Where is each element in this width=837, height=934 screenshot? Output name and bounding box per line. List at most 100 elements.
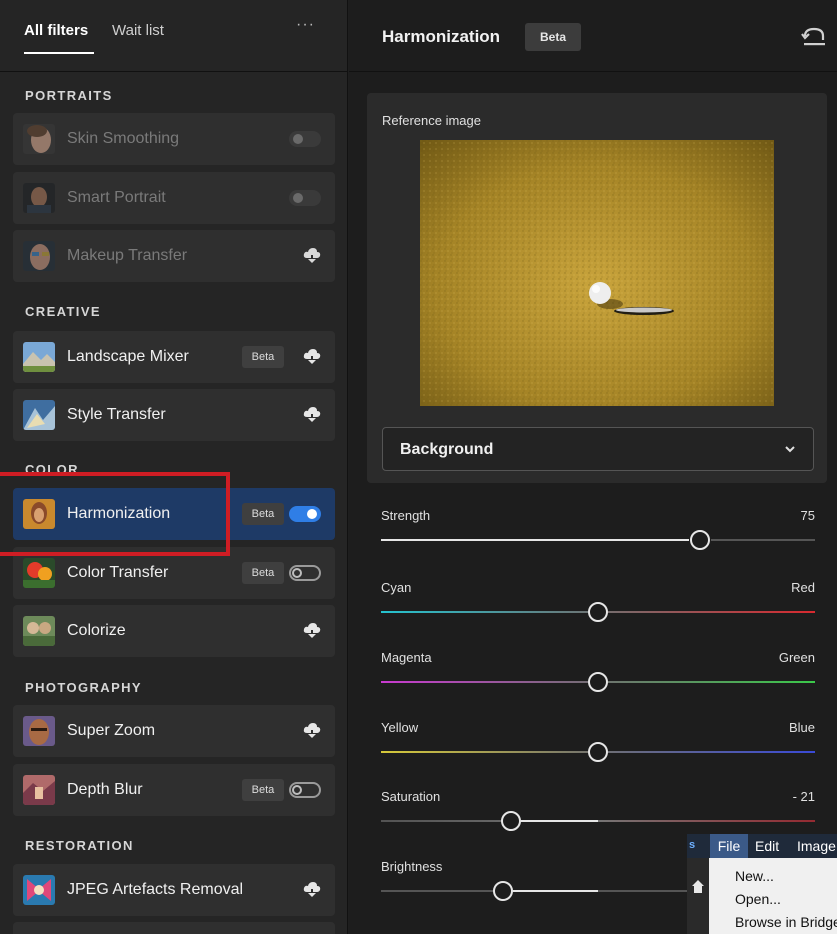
tab-all-filters[interactable]: All filters [24, 22, 88, 39]
dropdown-value: Background [400, 441, 494, 458]
active-tab-underline [24, 52, 94, 54]
beta-badge: Beta [242, 503, 284, 525]
cloud-download-icon[interactable] [302, 404, 322, 424]
filters-panel: All filters Wait list ··· PORTRAITS Skin… [0, 0, 348, 934]
slider-left-label: Cyan [381, 580, 412, 595]
section-restoration: RESTORATION [25, 838, 134, 853]
section-portraits: PORTRAITS [25, 88, 113, 103]
slider-label: Saturation [381, 789, 441, 804]
home-icon[interactable] [691, 878, 705, 894]
smart-portrait-thumbnail [23, 183, 55, 213]
slider-thumb[interactable] [588, 742, 608, 762]
filter-style-transfer[interactable]: Style Transfer [13, 389, 335, 441]
filter-label: Depth Blur [67, 781, 143, 798]
menu-edit[interactable]: Edit [755, 834, 779, 858]
filter-super-zoom[interactable]: Super Zoom [13, 705, 335, 757]
menu-side-strip [687, 858, 709, 934]
filter-label: Landscape Mixer [67, 348, 189, 365]
slider-thumb[interactable] [690, 530, 710, 550]
slider-track[interactable] [381, 602, 815, 624]
menu-item-browse-in-bridge[interactable]: Browse in Bridge... [735, 914, 837, 930]
slider-track[interactable] [381, 811, 815, 833]
filter-label: Colorize [67, 622, 126, 639]
style-transfer-thumbnail [23, 400, 55, 430]
filter-skin-smoothing[interactable]: Skin Smoothing [13, 113, 335, 165]
jpeg-artefacts-thumbnail [23, 875, 55, 905]
cloud-download-icon[interactable] [302, 346, 322, 366]
reference-image-card: Reference image Background [367, 93, 827, 483]
chevron-down-icon [785, 446, 795, 453]
toggle-knob [307, 509, 317, 519]
toggle-knob [293, 193, 303, 203]
slider-track[interactable] [381, 742, 815, 764]
slider-thumb[interactable] [588, 672, 608, 692]
filter-label: Smart Portrait [67, 189, 166, 206]
slider-value: 75 [800, 508, 815, 523]
reference-image[interactable] [420, 140, 774, 406]
toggle-knob [292, 568, 302, 578]
smart-portrait-toggle[interactable] [289, 190, 321, 206]
menu-image[interactable]: Image [797, 834, 836, 858]
skin-smoothing-thumbnail [23, 124, 55, 154]
tab-wait-list[interactable]: Wait list [112, 22, 164, 39]
slider-right-label: Green [778, 650, 815, 665]
filter-label: Skin Smoothing [67, 130, 180, 147]
filter-label: JPEG Artefacts Removal [67, 881, 244, 898]
beta-badge: Beta [525, 23, 581, 51]
color-transfer-toggle[interactable] [289, 565, 321, 581]
toggle-knob [293, 134, 303, 144]
filter-jpeg-artefacts-removal[interactable]: JPEG Artefacts Removal [13, 864, 335, 916]
slider-left-label: Magenta [381, 650, 432, 665]
slider-thumb[interactable] [588, 602, 608, 622]
menu-item-new[interactable]: New... [735, 868, 774, 884]
saturation-slider[interactable]: Saturation - 21 [381, 789, 815, 831]
colorize-thumbnail [23, 616, 55, 646]
filter-landscape-mixer[interactable]: Landscape Mixer Beta [13, 331, 335, 383]
yellow-blue-slider[interactable]: Yellow Blue [381, 720, 815, 762]
beta-badge: Beta [242, 346, 284, 368]
menu-item-open[interactable]: Open... [735, 891, 781, 907]
menu-bar: s File Edit Image [687, 834, 837, 858]
panel-title: Harmonization [382, 27, 501, 46]
slider-track[interactable] [381, 530, 815, 552]
filter-label: Super Zoom [67, 722, 156, 739]
toggle-knob [292, 785, 302, 795]
cloud-download-icon[interactable] [302, 620, 322, 640]
filter-colorize[interactable]: Colorize [13, 605, 335, 657]
slider-label: Strength [381, 508, 431, 523]
magenta-green-slider[interactable]: Magenta Green [381, 650, 815, 692]
slider-track[interactable] [381, 672, 815, 694]
filter-smart-portrait[interactable]: Smart Portrait [13, 172, 335, 224]
slider-value: - 21 [792, 789, 815, 804]
panel-header: Harmonization Beta [349, 0, 837, 72]
file-menu-overlay: s File Edit Image New... Open... Browse … [687, 834, 837, 934]
filter-makeup-transfer[interactable]: Makeup Transfer [13, 230, 335, 282]
slider-thumb[interactable] [493, 881, 513, 901]
more-options-icon[interactable]: ··· [296, 16, 315, 34]
filter-depth-blur[interactable]: Depth Blur Beta [13, 764, 335, 816]
reset-icon[interactable] [801, 24, 827, 48]
harmonization-toggle[interactable] [289, 506, 321, 522]
depth-blur-toggle[interactable] [289, 782, 321, 798]
color-transfer-thumbnail [23, 558, 55, 588]
beta-badge: Beta [242, 779, 284, 801]
slider-thumb[interactable] [501, 811, 521, 831]
super-zoom-thumbnail [23, 716, 55, 746]
menu-file[interactable]: File [710, 834, 748, 858]
cloud-download-icon[interactable] [302, 245, 322, 265]
depth-blur-thumbnail [23, 775, 55, 805]
cloud-download-icon[interactable] [302, 720, 322, 740]
slider-right-label: Red [791, 580, 815, 595]
strength-slider[interactable]: Strength 75 [381, 508, 815, 550]
section-photography: PHOTOGRAPHY [25, 680, 143, 695]
slider-label: Brightness [381, 859, 443, 874]
beta-badge: Beta [242, 562, 284, 584]
filter-next-partial[interactable] [13, 922, 335, 934]
reference-region-dropdown[interactable]: Background [382, 427, 814, 471]
cloud-download-icon[interactable] [302, 879, 322, 899]
slider-left-label: Yellow [381, 720, 419, 735]
skin-smoothing-toggle[interactable] [289, 131, 321, 147]
cyan-red-slider[interactable]: Cyan Red [381, 580, 815, 622]
section-creative: CREATIVE [25, 304, 101, 319]
filter-label: Style Transfer [67, 406, 166, 423]
